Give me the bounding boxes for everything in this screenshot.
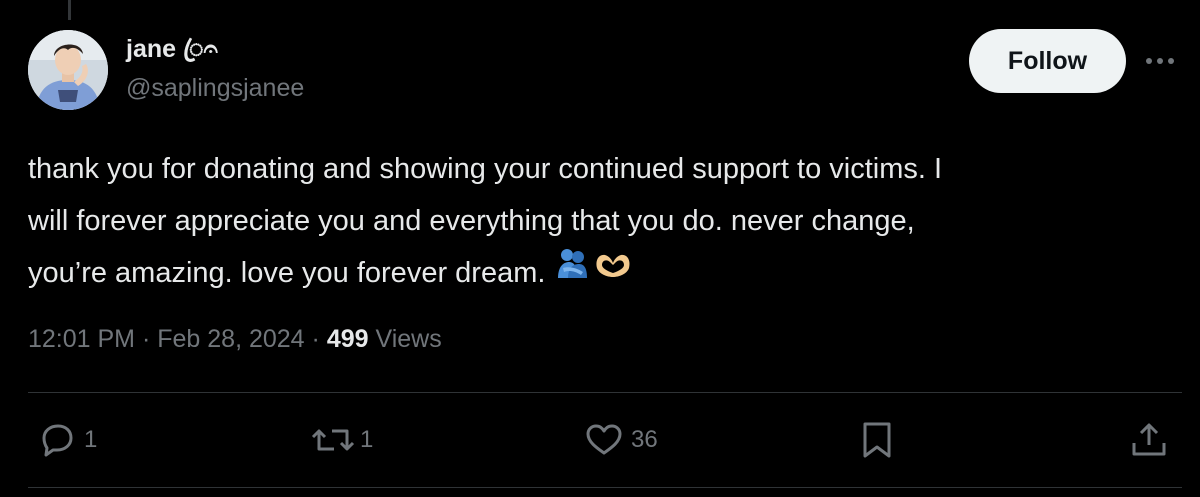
share-button[interactable]: [1130, 420, 1168, 460]
tweet-body: thank you for donating and showing your …: [28, 143, 1178, 300]
repost-icon: [311, 429, 355, 451]
reply-icon: [42, 424, 73, 457]
tweet-meta: 12:01 PM · Feb 28, 2024 · 499 Views: [28, 323, 442, 355]
author-handle[interactable]: @saplingsjanee: [126, 73, 304, 103]
thread-line: [68, 0, 71, 20]
bookmark-button[interactable]: [860, 420, 894, 460]
divider: [28, 487, 1182, 488]
heart-icon: [586, 424, 622, 455]
repost-button[interactable]: 1: [310, 420, 373, 460]
people-hugging-emoji: [555, 245, 589, 297]
tweet-time[interactable]: 12:01 PM: [28, 325, 135, 353]
repost-count: 1: [360, 426, 374, 453]
meta-separator: ·: [311, 325, 320, 353]
meta-separator: ·: [141, 325, 151, 353]
follow-button[interactable]: Follow: [969, 29, 1126, 93]
bookmark-icon: [863, 422, 891, 458]
views-count: 499: [326, 325, 369, 353]
author-block: jane ꦿ⁠𝄐 @saplingsjanee: [126, 34, 304, 103]
heart-hands-emoji: [593, 245, 633, 297]
reply-count: 1: [84, 426, 98, 453]
avatar[interactable]: [28, 30, 108, 110]
like-button[interactable]: 36: [585, 420, 658, 460]
views-label: Views: [375, 325, 442, 353]
more-horizontal-icon: [1146, 58, 1174, 64]
tweet-text: thank you for donating and showing your …: [28, 153, 943, 289]
reply-button[interactable]: 1: [38, 420, 97, 460]
share-icon: [1132, 423, 1166, 456]
author-display-name[interactable]: jane ꦿ⁠𝄐: [126, 34, 304, 64]
name-badge: ꦿ⁠𝄐: [182, 35, 218, 63]
divider: [28, 392, 1182, 393]
like-count: 36: [631, 426, 658, 453]
tweet-date[interactable]: Feb 28, 2024: [157, 325, 304, 353]
more-button[interactable]: [1142, 46, 1178, 76]
